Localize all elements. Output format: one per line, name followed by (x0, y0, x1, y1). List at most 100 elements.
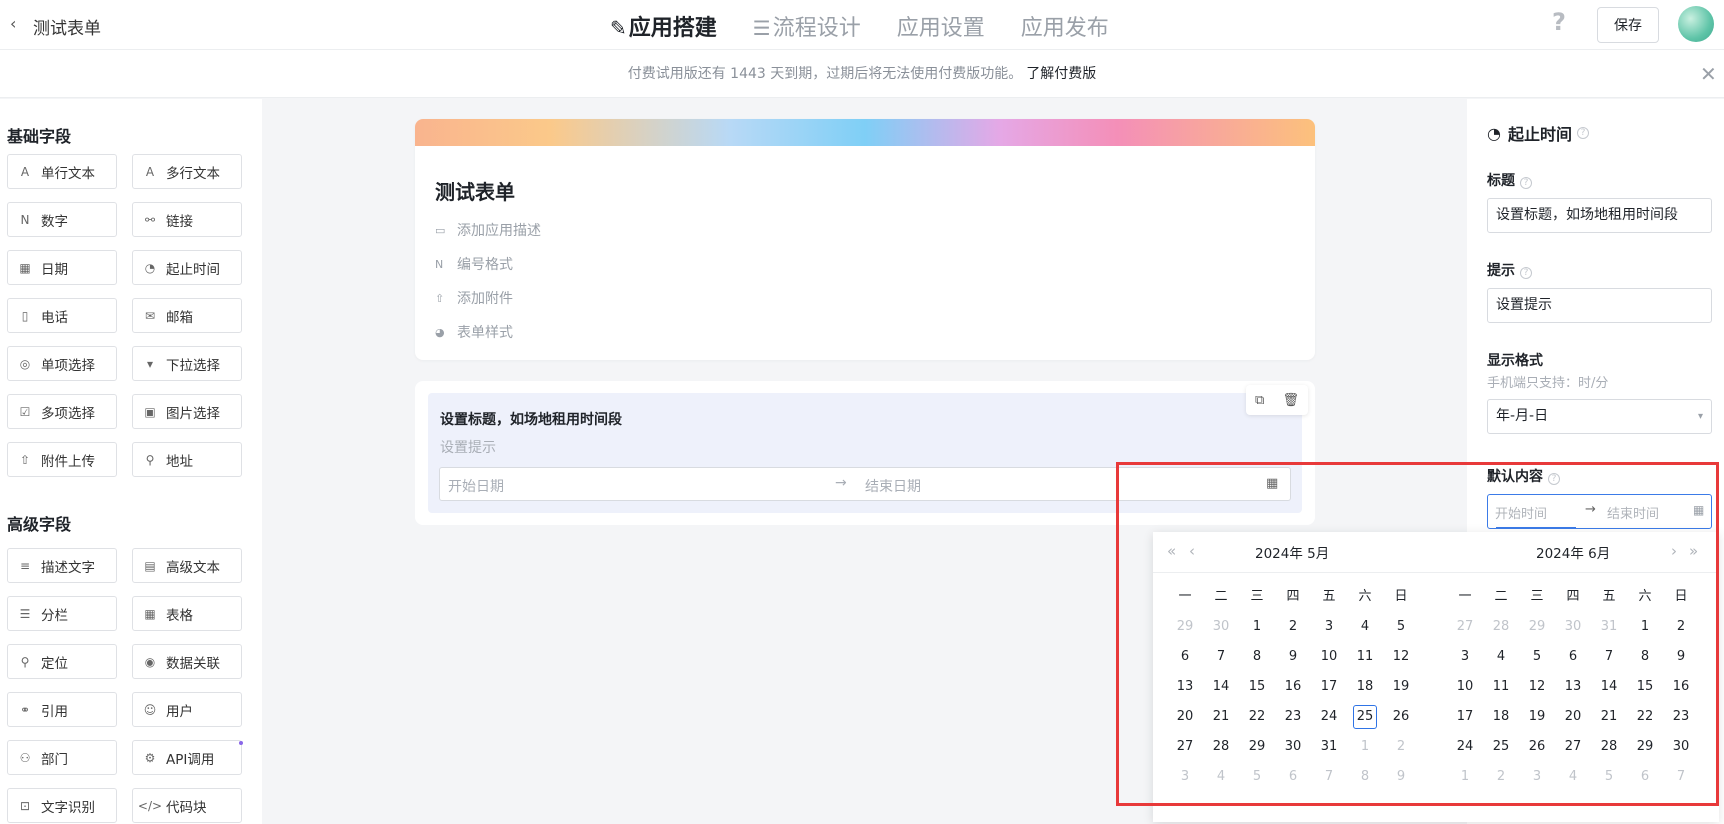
back-chevron-icon[interactable]: ‹ (10, 14, 16, 33)
prev-month-icon[interactable]: ‹ (1189, 542, 1195, 560)
calendar-day[interactable]: 14 (1203, 675, 1239, 705)
prev-year-icon[interactable]: « (1167, 542, 1176, 560)
calendar-day[interactable]: 8 (1347, 765, 1383, 795)
calendar-day[interactable]: 29 (1627, 735, 1663, 765)
field-calendar-button[interactable]: ▦ 日期 (7, 250, 117, 285)
learn-paid-link[interactable]: 了解付费版 (1026, 66, 1096, 82)
calendar-day[interactable]: 12 (1519, 675, 1555, 705)
calendar-day[interactable]: 29 (1519, 615, 1555, 645)
hint-input[interactable]: 设置提示 (1487, 288, 1712, 323)
calendar-day[interactable]: 24 (1447, 735, 1483, 765)
calendar-day[interactable]: 1 (1239, 615, 1275, 645)
calendar-day[interactable]: 4 (1347, 615, 1383, 645)
field-department-button[interactable]: ⚇ 部门 (7, 740, 117, 775)
calendar-day[interactable]: 13 (1555, 675, 1591, 705)
calendar-day[interactable]: 12 (1383, 645, 1419, 675)
calendar-day[interactable]: 20 (1555, 705, 1591, 735)
calendar-day[interactable]: 29 (1167, 615, 1203, 645)
calendar-day[interactable]: 20 (1167, 705, 1203, 735)
calendar-day[interactable]: 5 (1519, 645, 1555, 675)
calendar-day[interactable]: 2 (1663, 615, 1699, 645)
end-time-placeholder[interactable]: 结束时间 (1607, 503, 1659, 522)
start-time-placeholder[interactable]: 开始时间 (1495, 503, 1547, 522)
calendar-day[interactable]: 28 (1591, 735, 1627, 765)
calendar-day[interactable]: 2 (1383, 735, 1419, 765)
form-style-option[interactable]: ◕ 表单样式 (435, 322, 513, 342)
calendar-day[interactable]: 26 (1383, 705, 1419, 735)
field-reference-button[interactable]: ⚭ 引用 (7, 692, 117, 727)
field-number-button[interactable]: N 数字 (7, 202, 117, 237)
calendar-day[interactable]: 4 (1483, 645, 1519, 675)
date-range-field-card[interactable]: 设置标题，如场地租用时间段 设置提示 开始日期 → 结束日期 ▦ ⧉ 🗑 (415, 381, 1315, 525)
field-table-button[interactable]: ▦ 表格 (132, 596, 242, 631)
calendar-day[interactable]: 7 (1663, 765, 1699, 795)
calendar-day[interactable]: 29 (1239, 735, 1275, 765)
help-icon[interactable]: ? (1548, 473, 1560, 485)
calendar-day[interactable]: 23 (1663, 705, 1699, 735)
calendar-day[interactable]: 5 (1239, 765, 1275, 795)
calendar-day[interactable]: 16 (1663, 675, 1699, 705)
calendar-day[interactable]: 24 (1311, 705, 1347, 735)
calendar-day[interactable]: 7 (1203, 645, 1239, 675)
form-title[interactable]: 测试表单 (435, 176, 515, 205)
calendar-day[interactable]: 19 (1519, 705, 1555, 735)
help-icon[interactable]: ? (1552, 8, 1566, 36)
calendar-day[interactable]: 21 (1591, 705, 1627, 735)
selected-field[interactable]: 设置标题，如场地租用时间段 设置提示 开始日期 → 结束日期 ▦ ⧉ 🗑 (428, 385, 1308, 513)
calendar-day[interactable]: 3 (1447, 645, 1483, 675)
calendar-day[interactable]: 30 (1203, 615, 1239, 645)
tab-flow-design[interactable]: ☰流程设计 (753, 10, 861, 52)
calendar-day[interactable]: 31 (1311, 735, 1347, 765)
field-clock-button[interactable]: ◔ 起止时间 (132, 250, 242, 285)
calendar-day[interactable]: 3 (1167, 765, 1203, 795)
field-radio-button[interactable]: ◎ 单项选择 (7, 346, 117, 381)
calendar-day[interactable]: 3 (1519, 765, 1555, 795)
field-multiline-text-button[interactable]: A 多行文本 (132, 154, 242, 189)
tab-app-build[interactable]: ✎应用搭建 (610, 10, 717, 55)
calendar-day[interactable]: 25 (1347, 705, 1383, 735)
calendar-day[interactable]: 8 (1627, 645, 1663, 675)
field-link-button[interactable]: ⚯ 链接 (132, 202, 242, 237)
calendar-day[interactable]: 25 (1483, 735, 1519, 765)
field-upload-button[interactable]: ⇧ 附件上传 (7, 442, 117, 477)
calendar-day[interactable]: 10 (1311, 645, 1347, 675)
field-description-button[interactable]: ≡ 描述文字 (7, 548, 117, 583)
default-time-range-input[interactable]: 开始时间 → 结束时间 ▦ (1487, 494, 1712, 529)
field-pin-button[interactable]: ⚲ 定位 (7, 644, 117, 679)
add-description-option[interactable]: ▭ 添加应用描述 (435, 220, 541, 240)
calendar-day[interactable]: 5 (1591, 765, 1627, 795)
calendar-day[interactable]: 23 (1275, 705, 1311, 735)
calendar-day[interactable]: 4 (1203, 765, 1239, 795)
calendar-day[interactable]: 30 (1275, 735, 1311, 765)
calendar-day[interactable]: 15 (1627, 675, 1663, 705)
calendar-day[interactable]: 26 (1519, 735, 1555, 765)
help-icon[interactable]: ? (1576, 127, 1589, 139)
field-phone-button[interactable]: ▯ 电话 (7, 298, 117, 333)
calendar-day[interactable]: 27 (1447, 615, 1483, 645)
copy-icon[interactable]: ⧉ (1255, 393, 1264, 408)
calendar-day[interactable]: 10 (1447, 675, 1483, 705)
field-location-button[interactable]: ⚲ 地址 (132, 442, 242, 477)
field-data-link-button[interactable]: ◉ 数据关联 (132, 644, 242, 679)
field-ocr-button[interactable]: ⊡ 文字识别 (7, 788, 117, 823)
help-icon[interactable]: ? (1520, 177, 1532, 189)
number-format-option[interactable]: N 编号格式 (435, 254, 513, 274)
calendar-day[interactable]: 9 (1275, 645, 1311, 675)
field-code-button[interactable]: </> 代码块 (132, 788, 242, 823)
calendar-day[interactable]: 15 (1239, 675, 1275, 705)
field-text-button[interactable]: A 单行文本 (7, 154, 117, 189)
format-select[interactable]: 年-月-日 ▾ (1487, 399, 1712, 434)
date-range-input[interactable]: 开始日期 → 结束日期 ▦ (439, 467, 1291, 501)
calendar-day[interactable]: 2 (1483, 765, 1519, 795)
calendar-day[interactable]: 6 (1167, 645, 1203, 675)
calendar-day[interactable]: 14 (1591, 675, 1627, 705)
calendar-day[interactable]: 16 (1275, 675, 1311, 705)
calendar-day[interactable]: 11 (1347, 645, 1383, 675)
calendar-day[interactable]: 28 (1203, 735, 1239, 765)
calendar-day[interactable]: 1 (1447, 765, 1483, 795)
field-image-button[interactable]: ▣ 图片选择 (132, 394, 242, 429)
calendar-day[interactable]: 21 (1203, 705, 1239, 735)
calendar-day[interactable]: 2 (1275, 615, 1311, 645)
calendar-day[interactable]: 30 (1663, 735, 1699, 765)
delete-icon[interactable]: 🗑 (1282, 393, 1299, 408)
